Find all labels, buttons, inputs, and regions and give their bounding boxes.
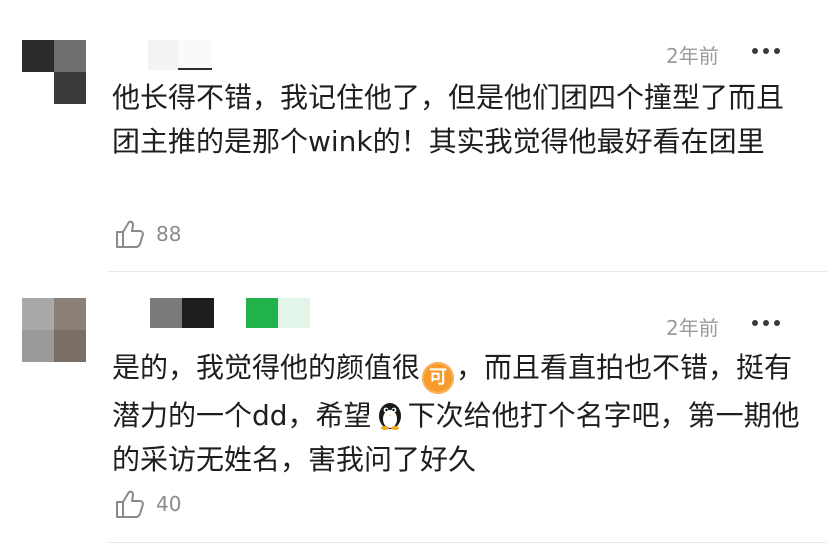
comment-text: 他长得不错，我记住他了，但是他们团四个撞型了而且团主推的是那个wink的！其实我…	[112, 81, 785, 158]
comment-item: 2年前 是的，我觉得他的颜值很可，而且看直拍也不错，挺有潜力的一个dd，希望 下…	[0, 272, 827, 543]
more-options-icon[interactable]	[752, 48, 780, 54]
username-pixelated[interactable]	[112, 40, 212, 70]
like-count: 40	[156, 492, 182, 516]
avatar[interactable]	[22, 298, 86, 362]
comment-text: 是的，我觉得他的颜值很可，而且看直拍也不错，挺有潜力的一个dd，希望 下次给他打…	[112, 346, 802, 482]
like-button[interactable]: 88	[114, 218, 181, 250]
like-button[interactable]: 40	[114, 488, 181, 520]
username-pixelated[interactable]	[150, 298, 310, 328]
thumbs-up-icon	[116, 490, 144, 518]
penguin-emoji-icon	[378, 403, 401, 430]
comment-item: 2年前 他长得不错，我记住他了，但是他们团四个撞型了而且团主推的是那个wink的…	[0, 0, 827, 272]
ke-emoji-icon: 可	[422, 362, 455, 394]
more-options-icon[interactable]	[752, 320, 780, 326]
like-count: 88	[156, 222, 182, 246]
avatar[interactable]	[22, 40, 86, 104]
comment-time: 2年前	[666, 44, 719, 68]
comment-time: 2年前	[666, 316, 719, 340]
comment-text-part: 是的，我觉得他的颜值很	[112, 351, 421, 384]
thumbs-up-icon	[116, 220, 144, 248]
